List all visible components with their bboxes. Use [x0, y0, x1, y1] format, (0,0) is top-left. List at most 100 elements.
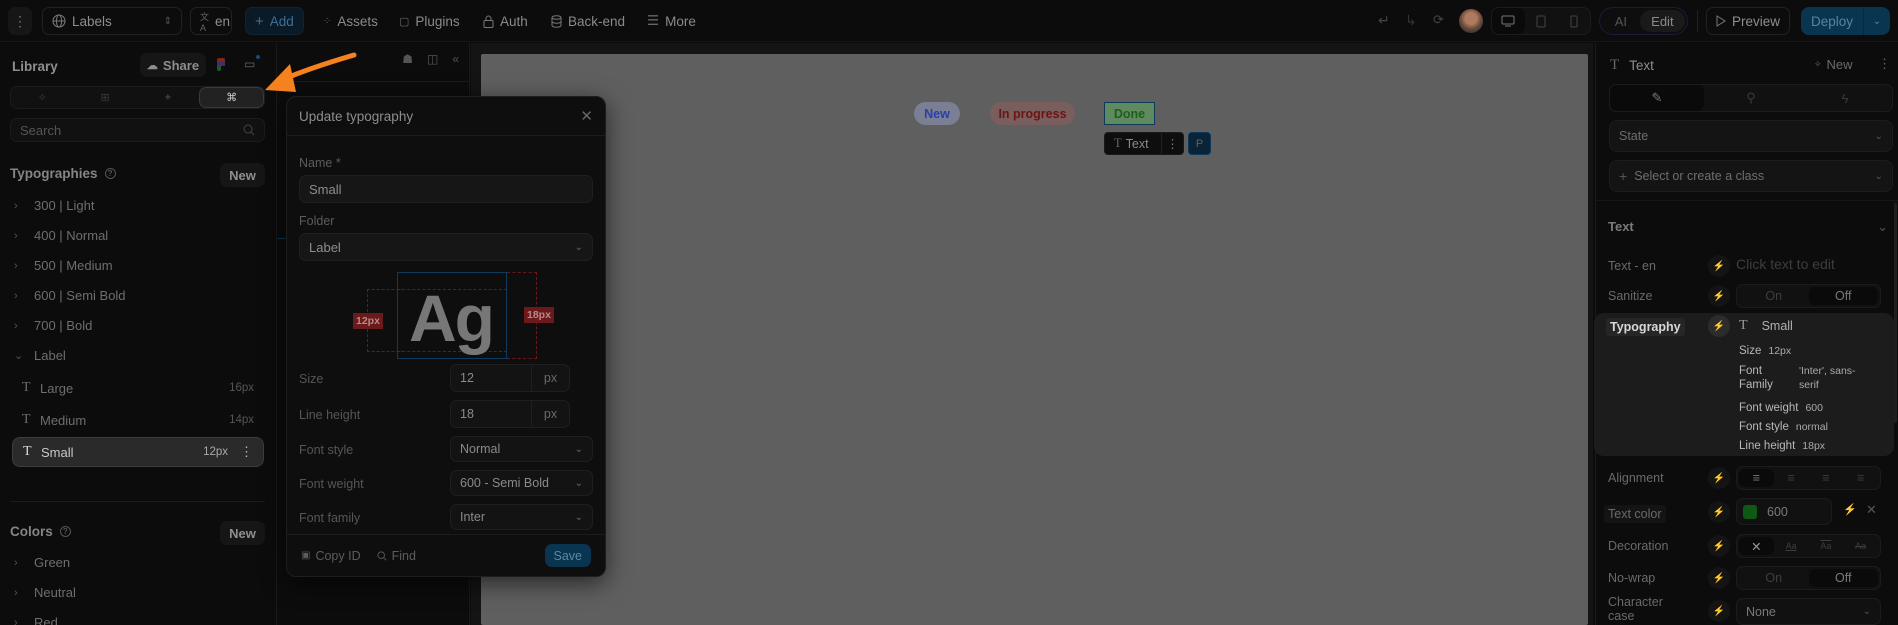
book-icon[interactable]: ▭: [244, 57, 255, 71]
tab-components[interactable]: ✧: [11, 87, 74, 108]
toggle-on[interactable]: On: [1739, 569, 1809, 587]
align-right-button[interactable]: ≡: [1809, 469, 1844, 487]
character-case-select[interactable]: None ⌄: [1736, 598, 1881, 625]
clear-icon[interactable]: ✕: [1866, 502, 1877, 518]
selection-label[interactable]: Text: [1126, 137, 1149, 151]
size-unit-select[interactable]: px: [531, 365, 569, 391]
tab-sections[interactable]: ⊞: [74, 87, 137, 108]
folder-500-medium[interactable]: › 500 | Medium: [14, 258, 264, 273]
bug-icon[interactable]: ☗: [402, 52, 413, 66]
panel-toggle-icon[interactable]: ◫: [427, 52, 438, 66]
share-button[interactable]: ☁ Share: [140, 53, 206, 77]
tab-templates[interactable]: ✦: [137, 87, 200, 108]
badge-in-progress[interactable]: In progress: [990, 102, 1075, 125]
typography-item-large[interactable]: T Large 16px: [12, 373, 264, 403]
folder-select[interactable]: Label ⌄: [299, 233, 593, 261]
library-search-input[interactable]: Search: [10, 118, 265, 142]
add-button[interactable]: + Add: [245, 7, 304, 35]
folder-label-open[interactable]: ⌄ Label: [14, 348, 264, 363]
font-style-select[interactable]: Normal ⌄: [450, 436, 593, 462]
tab-design-system[interactable]: ⌘: [199, 87, 264, 108]
state-select[interactable]: State ⌄: [1609, 120, 1893, 152]
nav-backend[interactable]: Back-end: [542, 7, 634, 35]
main-menu-button[interactable]: ⋮: [8, 7, 32, 35]
deploy-options-chevron-icon[interactable]: ⌄: [1864, 16, 1890, 27]
toggle-on[interactable]: On: [1739, 287, 1809, 305]
find-button[interactable]: Find: [377, 549, 416, 563]
collapse-icon[interactable]: «: [452, 52, 459, 66]
new-color-button[interactable]: New: [220, 521, 265, 545]
copy-id-button[interactable]: ▣ Copy ID: [301, 549, 361, 563]
folder-400-normal[interactable]: › 400 | Normal: [14, 228, 264, 243]
deploy-button[interactable]: Deploy: [1801, 14, 1863, 29]
close-icon[interactable]: ✕: [580, 107, 593, 125]
text-section-header[interactable]: Text ⌄: [1608, 219, 1888, 235]
nowrap-toggle[interactable]: On Off: [1736, 566, 1881, 590]
unbind-icon[interactable]: ⚡: [1708, 315, 1730, 337]
unbind-icon[interactable]: ⚡: [1708, 285, 1730, 307]
new-typography-button[interactable]: New: [220, 163, 265, 187]
color-folder-neutral[interactable]: › Neutral: [14, 585, 264, 600]
toggle-off[interactable]: Off: [1808, 287, 1878, 305]
refresh-icon[interactable]: ⟳: [1433, 12, 1444, 28]
badge-new[interactable]: New: [914, 102, 960, 125]
parent-select-button[interactable]: P: [1188, 132, 1211, 155]
text-en-input[interactable]: Click text to edit: [1736, 256, 1835, 272]
mode-ai-button[interactable]: AI: [1602, 10, 1640, 32]
canvas[interactable]: New In progress Done T Text ⋮ P: [481, 54, 1588, 625]
nav-assets[interactable]: ⁘ Assets: [314, 7, 387, 35]
text-color-input[interactable]: 600: [1736, 498, 1832, 525]
redo-icon[interactable]: ↳: [1405, 12, 1417, 29]
folder-700-bold[interactable]: › 700 | Bold: [14, 318, 264, 333]
page-select[interactable]: Labels ⇕: [42, 7, 182, 35]
nav-plugins[interactable]: ▢ Plugins: [390, 7, 469, 35]
decoration-strike-button[interactable]: Aa: [1843, 537, 1878, 555]
help-icon[interactable]: ?: [104, 168, 116, 179]
unbind-icon[interactable]: ⚡: [1708, 501, 1730, 523]
nav-auth[interactable]: Auth: [474, 7, 537, 35]
user-avatar[interactable]: [1459, 9, 1483, 33]
badge-done-selected[interactable]: Done: [1104, 102, 1155, 125]
tab-settings[interactable]: ⚲: [1704, 85, 1798, 111]
language-select[interactable]: 文A en: [190, 7, 232, 35]
color-folder-red[interactable]: › Red: [14, 615, 264, 625]
align-center-button[interactable]: ≡: [1774, 469, 1809, 487]
sanitize-toggle[interactable]: On Off: [1736, 284, 1881, 308]
preview-button[interactable]: Preview: [1706, 7, 1791, 35]
tab-style[interactable]: ✎: [1610, 85, 1704, 111]
more-options-icon[interactable]: ⋮: [1878, 56, 1891, 72]
new-element-button[interactable]: ✧ New: [1814, 57, 1853, 72]
figma-icon[interactable]: [217, 58, 225, 72]
undo-icon[interactable]: ↵: [1378, 12, 1390, 29]
decoration-overline-button[interactable]: Aa: [1809, 537, 1844, 555]
unbind-icon[interactable]: ⚡: [1708, 535, 1730, 557]
help-icon[interactable]: ?: [59, 526, 71, 537]
font-family-select[interactable]: Inter ⌄: [450, 504, 593, 530]
decoration-none-button[interactable]: ✕: [1739, 537, 1774, 555]
toggle-off[interactable]: Off: [1808, 569, 1878, 587]
tab-workflows[interactable]: ϟ: [1798, 85, 1892, 111]
unbind-icon[interactable]: ⚡: [1708, 567, 1730, 589]
size-input[interactable]: 12 px: [450, 364, 570, 392]
mode-edit-button[interactable]: Edit: [1639, 10, 1685, 32]
mobile-view-button[interactable]: [1557, 8, 1590, 34]
nav-more[interactable]: ☰ More: [638, 7, 705, 35]
unbind-icon[interactable]: ⚡: [1708, 600, 1730, 622]
folder-600-semibold[interactable]: › 600 | Semi Bold: [14, 288, 264, 303]
scrollbar[interactable]: [1894, 203, 1897, 423]
line-height-input[interactable]: 18 px: [450, 400, 570, 428]
typography-item-medium[interactable]: T Medium 14px: [12, 405, 264, 435]
color-folder-green[interactable]: › Green: [14, 555, 264, 570]
unlink-variable-icon[interactable]: ⚡: [1843, 503, 1857, 516]
more-options-icon[interactable]: ⋮: [1161, 133, 1183, 154]
tablet-view-button[interactable]: [1525, 8, 1558, 34]
folder-300-light[interactable]: › 300 | Light: [14, 198, 264, 213]
font-weight-select[interactable]: 600 - Semi Bold ⌄: [450, 470, 593, 496]
align-left-button[interactable]: ≡: [1739, 469, 1774, 487]
desktop-view-button[interactable]: [1492, 8, 1525, 34]
align-justify-button[interactable]: ≡: [1843, 469, 1878, 487]
unbind-icon[interactable]: ⚡: [1708, 255, 1730, 277]
name-input[interactable]: Small: [299, 175, 593, 203]
save-button[interactable]: Save: [544, 544, 591, 567]
line-height-unit-select[interactable]: px: [531, 401, 569, 427]
